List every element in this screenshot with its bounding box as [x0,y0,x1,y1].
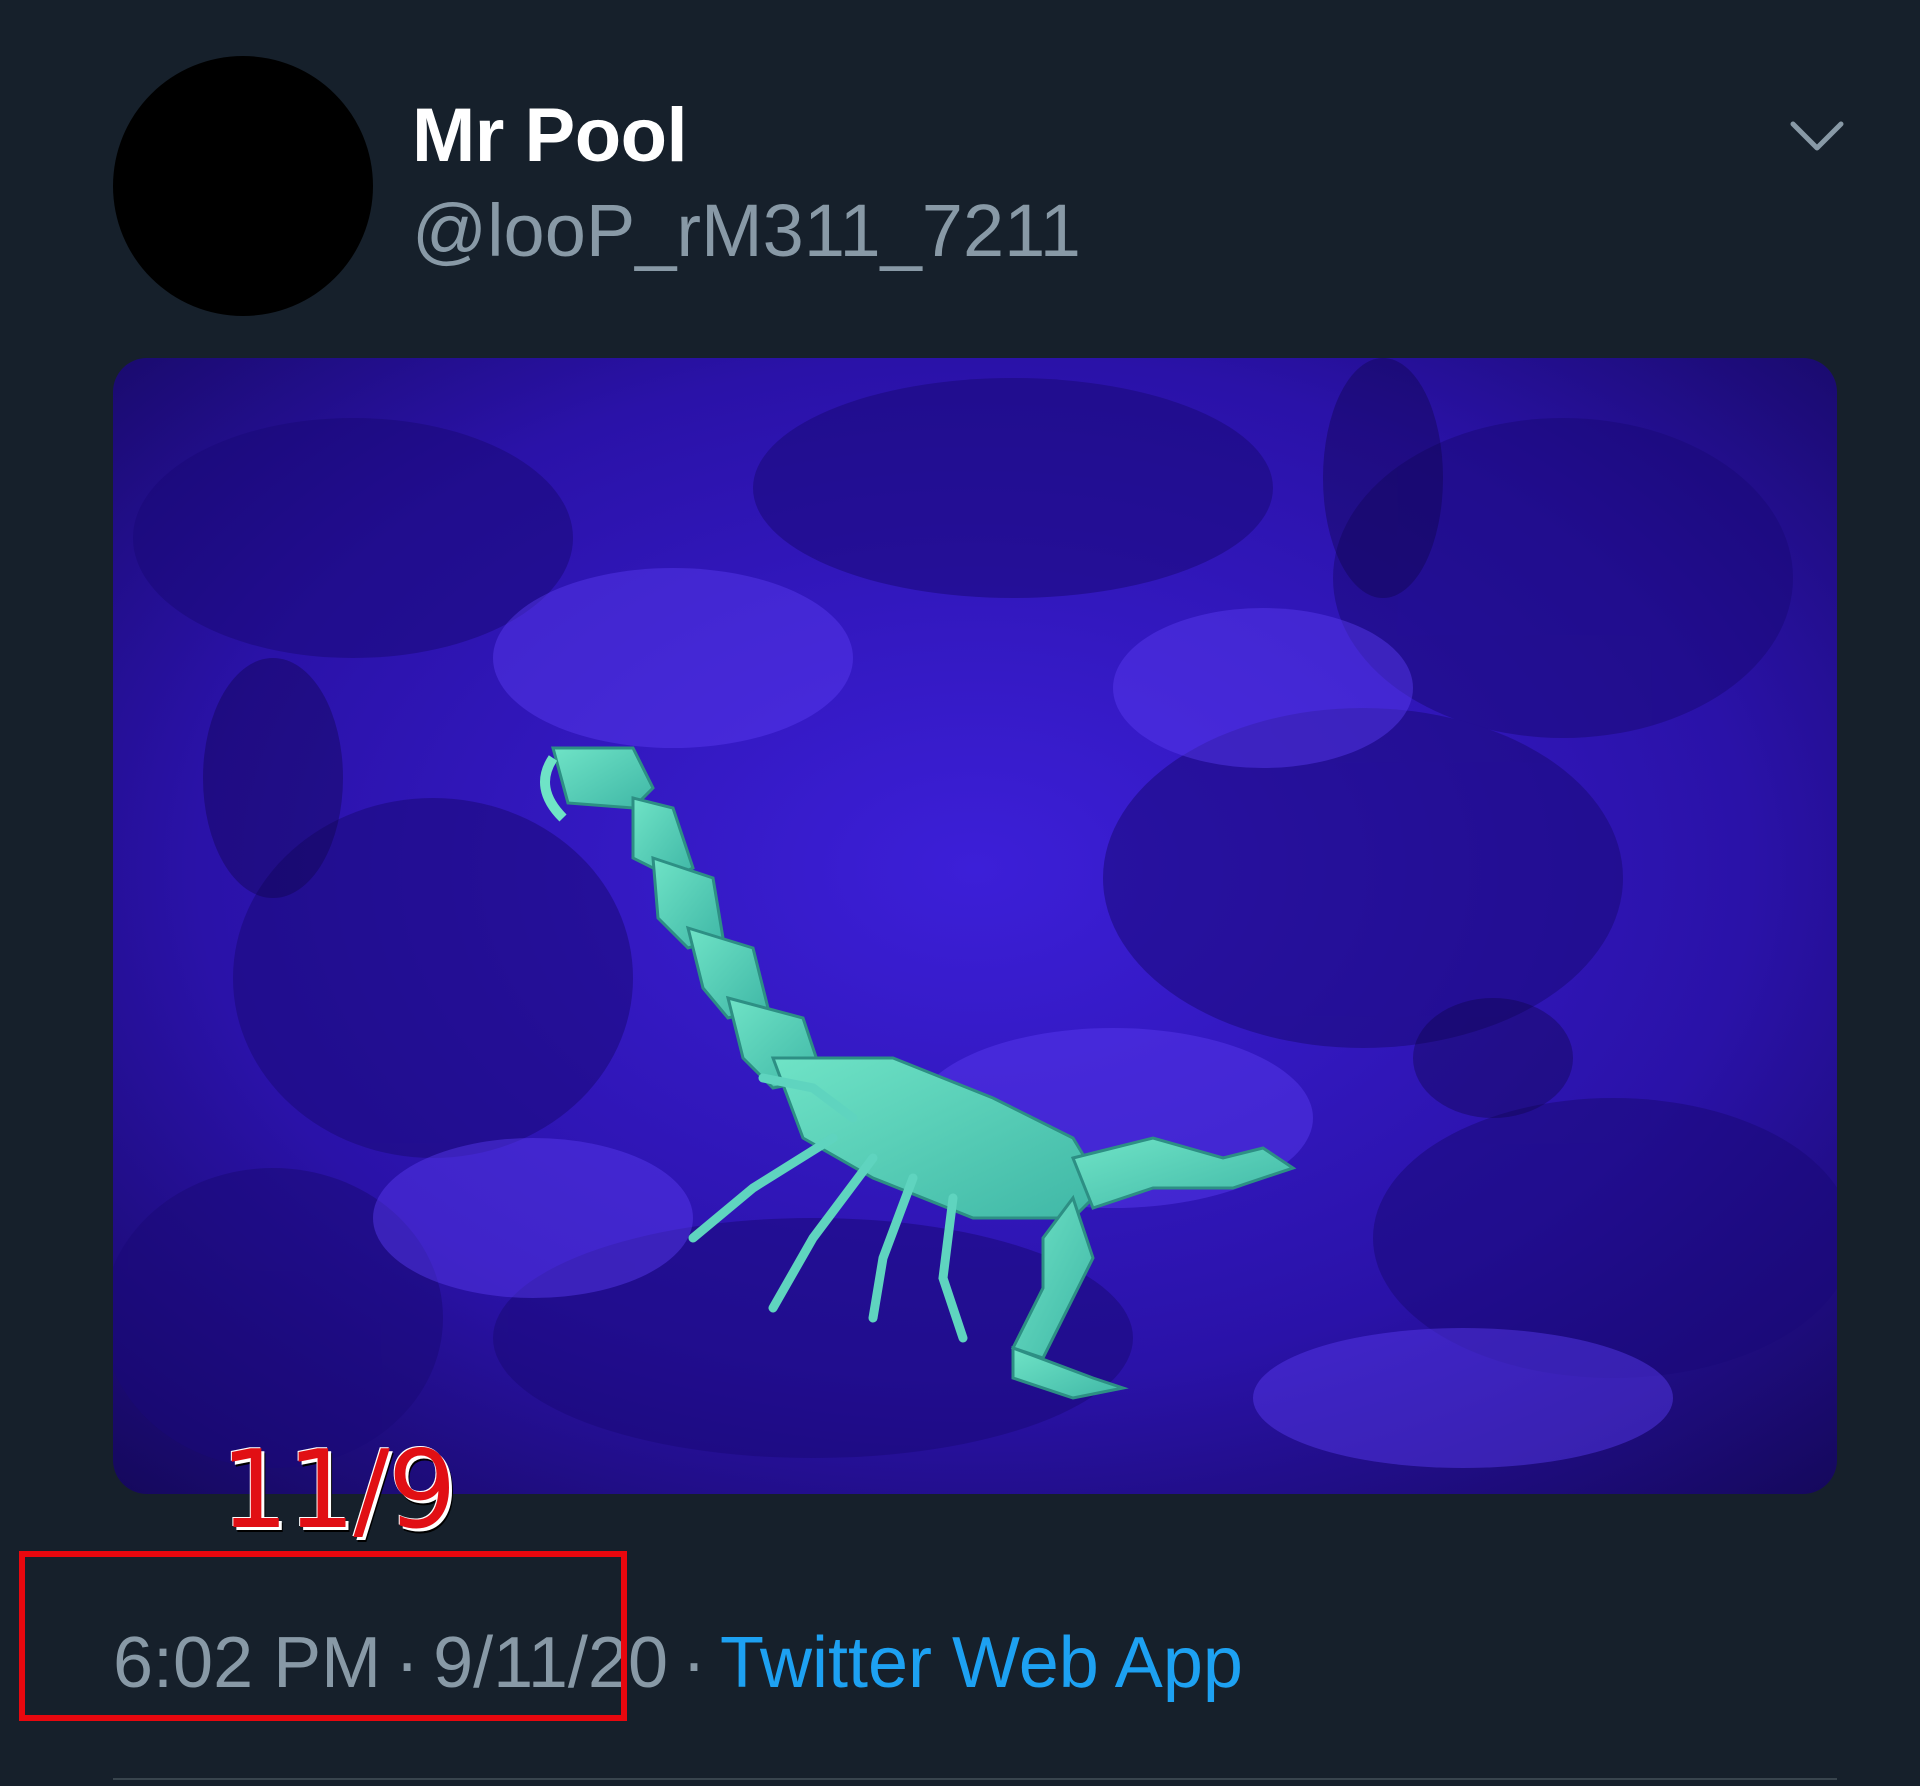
tweet-media-image[interactable] [113,358,1837,1494]
tweet-screenshot: Mr Pool @looP_rM311_7211 6:02 PM · 9/11/… [0,0,1920,1786]
handwritten-correction: 11/9 [220,1428,457,1553]
chevron-down-icon[interactable] [1787,116,1847,156]
user-handle[interactable]: @looP_rM311_7211 [412,188,1081,273]
separator: · [682,1623,706,1703]
divider [113,1778,1837,1780]
display-name[interactable]: Mr Pool [412,92,688,179]
red-highlight-box [19,1551,627,1721]
tweet-source-link[interactable]: Twitter Web App [720,1623,1243,1703]
avatar[interactable] [113,56,373,316]
scorpion-photo [113,358,1837,1494]
